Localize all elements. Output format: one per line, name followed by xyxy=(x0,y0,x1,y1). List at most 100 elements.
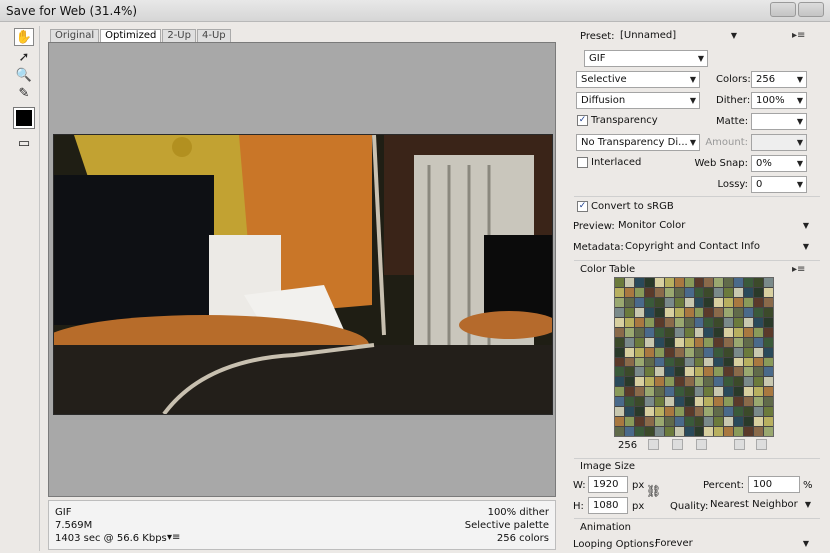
color-swatch[interactable] xyxy=(634,337,644,347)
file-format-dropdown[interactable]: GIF ▼ xyxy=(584,50,708,67)
color-swatch[interactable] xyxy=(694,417,704,427)
dither-algorithm-dropdown[interactable]: Diffusion ▼ xyxy=(576,92,700,109)
color-swatch[interactable] xyxy=(684,377,694,387)
color-swatch[interactable] xyxy=(634,317,644,327)
color-swatch[interactable] xyxy=(734,297,744,307)
color-swatch[interactable] xyxy=(684,297,694,307)
web-snap-field[interactable]: 0% ▼ xyxy=(751,155,807,172)
color-swatch[interactable] xyxy=(684,327,694,337)
close-button[interactable] xyxy=(798,2,824,17)
color-swatch[interactable] xyxy=(654,387,664,397)
color-swatch[interactable] xyxy=(624,327,634,337)
color-swatch[interactable] xyxy=(764,367,773,377)
tab-original[interactable]: Original xyxy=(50,29,100,42)
color-swatch[interactable] xyxy=(664,278,674,287)
color-swatch[interactable] xyxy=(724,427,734,436)
color-swatch[interactable] xyxy=(754,407,764,417)
color-swatch[interactable] xyxy=(754,317,764,327)
color-swatch[interactable] xyxy=(654,367,664,377)
dither-field[interactable]: 100% ▼ xyxy=(751,92,807,109)
color-swatch[interactable] xyxy=(744,367,754,377)
color-swatch[interactable] xyxy=(674,278,684,287)
color-swatch[interactable] xyxy=(694,337,704,347)
color-swatch[interactable] xyxy=(704,347,714,357)
quality-dropdown[interactable]: Nearest Neighbor ▼ xyxy=(706,497,814,514)
color-swatch[interactable] xyxy=(634,377,644,387)
zoom-tool-icon[interactable]: 🔍 xyxy=(14,66,34,84)
color-swatch[interactable] xyxy=(664,347,674,357)
color-swatch[interactable] xyxy=(714,347,724,357)
color-swatch[interactable] xyxy=(664,307,674,317)
color-swatch[interactable] xyxy=(615,347,624,357)
color-swatch[interactable] xyxy=(714,377,724,387)
color-swatch[interactable] xyxy=(754,357,764,367)
color-swatch[interactable] xyxy=(744,278,754,287)
web-shift-icon[interactable] xyxy=(672,439,683,450)
color-swatch[interactable] xyxy=(754,417,764,427)
color-swatch[interactable] xyxy=(704,367,714,377)
color-swatch[interactable] xyxy=(744,397,754,407)
tab-optimized[interactable]: Optimized xyxy=(100,29,162,42)
color-swatch[interactable] xyxy=(754,367,764,377)
color-swatch[interactable] xyxy=(714,307,724,317)
color-swatch[interactable] xyxy=(724,387,734,397)
color-swatch[interactable] xyxy=(664,287,674,297)
color-swatch[interactable] xyxy=(634,287,644,297)
interlaced-checkbox[interactable] xyxy=(577,157,588,168)
color-swatch[interactable] xyxy=(694,307,704,317)
color-swatch[interactable] xyxy=(624,307,634,317)
color-swatch[interactable] xyxy=(704,357,714,367)
color-swatch[interactable] xyxy=(644,367,654,377)
color-swatch[interactable] xyxy=(624,287,634,297)
color-swatch[interactable] xyxy=(734,278,744,287)
color-swatch[interactable] xyxy=(754,387,764,397)
color-swatch[interactable] xyxy=(764,407,773,417)
color-swatch[interactable] xyxy=(714,337,724,347)
color-swatch[interactable] xyxy=(674,377,684,387)
color-table-grid[interactable] xyxy=(614,277,774,437)
color-swatch[interactable] xyxy=(664,427,674,436)
color-swatch[interactable] xyxy=(684,317,694,327)
color-swatch[interactable] xyxy=(684,407,694,417)
color-swatch[interactable] xyxy=(644,287,654,297)
color-swatch[interactable] xyxy=(634,407,644,417)
color-swatch[interactable] xyxy=(674,337,684,347)
color-swatch[interactable] xyxy=(644,297,654,307)
color-swatch[interactable] xyxy=(714,407,724,417)
color-swatch[interactable] xyxy=(634,327,644,337)
color-swatch[interactable] xyxy=(744,417,754,427)
eyedropper-color-swatch[interactable] xyxy=(13,107,35,129)
color-swatch[interactable] xyxy=(754,278,764,287)
color-swatch[interactable] xyxy=(644,307,654,317)
minimize-button[interactable] xyxy=(770,2,796,17)
color-swatch[interactable] xyxy=(654,377,664,387)
color-swatch[interactable] xyxy=(704,278,714,287)
color-swatch[interactable] xyxy=(734,307,744,317)
color-swatch[interactable] xyxy=(644,407,654,417)
color-swatch[interactable] xyxy=(764,397,773,407)
color-swatch[interactable] xyxy=(624,417,634,427)
color-swatch[interactable] xyxy=(734,417,744,427)
matte-field[interactable]: ▼ xyxy=(751,113,807,130)
color-swatch[interactable] xyxy=(664,327,674,337)
color-swatch[interactable] xyxy=(754,287,764,297)
width-field[interactable]: 1920 xyxy=(588,476,628,493)
color-swatch[interactable] xyxy=(684,287,694,297)
color-swatch[interactable] xyxy=(674,327,684,337)
color-swatch[interactable] xyxy=(624,297,634,307)
looping-options-dropdown[interactable]: Forever ▼ xyxy=(651,536,812,553)
color-swatch[interactable] xyxy=(754,347,764,357)
color-swatch[interactable] xyxy=(654,347,664,357)
color-swatch[interactable] xyxy=(704,387,714,397)
color-swatch[interactable] xyxy=(654,397,664,407)
color-swatch[interactable] xyxy=(754,327,764,337)
color-swatch[interactable] xyxy=(644,387,654,397)
color-swatch[interactable] xyxy=(615,367,624,377)
color-swatch[interactable] xyxy=(764,287,773,297)
color-swatch[interactable] xyxy=(644,278,654,287)
color-swatch[interactable] xyxy=(694,317,704,327)
color-swatch[interactable] xyxy=(654,427,664,436)
color-swatch[interactable] xyxy=(674,287,684,297)
color-swatch[interactable] xyxy=(654,357,664,367)
color-swatch[interactable] xyxy=(724,407,734,417)
